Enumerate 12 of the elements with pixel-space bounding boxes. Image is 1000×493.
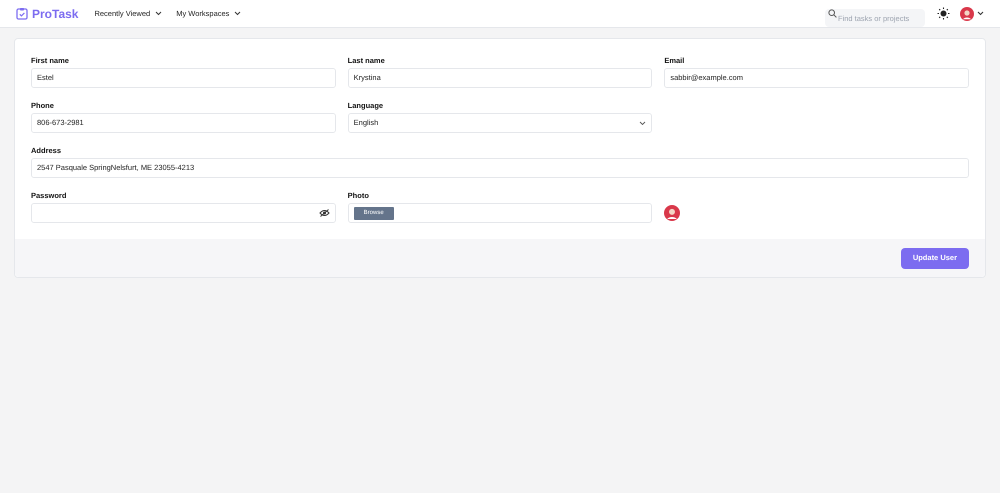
sun-icon[interactable] <box>937 7 950 20</box>
chevron-down-icon <box>155 11 162 16</box>
chevron-down-icon <box>639 120 646 126</box>
chevron-down-icon <box>234 11 242 16</box>
avatar[interactable] <box>960 6 974 20</box>
password-field[interactable] <box>31 203 336 223</box>
logo-text[interactable]: ProTask <box>32 4 78 22</box>
avatar <box>664 205 680 221</box>
clipboard-check-icon <box>16 7 28 20</box>
chevron-down-icon[interactable] <box>977 11 984 16</box>
search-icon <box>828 9 837 18</box>
eye-off-icon[interactable] <box>318 209 330 217</box>
